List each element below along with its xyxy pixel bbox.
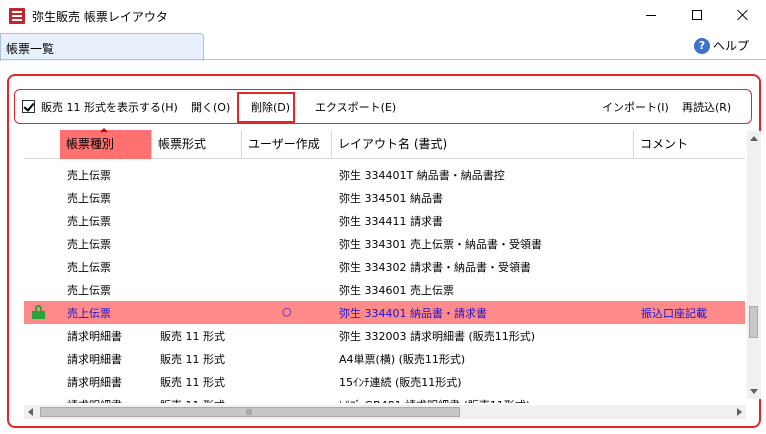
cell-type: 売上伝票 [67,238,111,251]
cell-user-created: ○ [282,305,292,318]
cell-type: 売上伝票 [67,169,111,182]
cell-type: 売上伝票 [67,261,111,274]
cell-layout-name: 弥生 334401 納品書・請求書 [339,307,487,320]
cell-layout-name: 15ｲﾝﾁ連続 (販売11形式) [339,376,462,389]
cell-layout-name: 弥生 334301 売上伝票・納品書・受領書 [339,238,542,251]
maximize-button[interactable] [674,0,720,30]
cell-layout-name: A4単票(横) (販売11形式) [339,353,466,366]
cell-type: 請求明細書 [67,353,122,366]
delete-button[interactable]: 削除(D) [251,99,290,115]
window-title: 弥生販売 帳票レイアウタ [32,10,168,24]
scroll-down-icon[interactable] [750,389,758,394]
minimize-icon [646,14,656,16]
table-row[interactable]: 請求明細書 販売 11 形式 弥生 332003 請求明細書 (販売11形式) [24,324,745,347]
help-icon: ? [694,37,710,54]
column-header-comment[interactable]: コメント [634,130,745,159]
cell-layout-name: 弥生 334302 請求書・納品書・受領書 [339,261,531,274]
cell-type: 売上伝票 [67,215,111,228]
horizontal-scrollbar[interactable]: ||| [24,405,746,419]
column-header-format[interactable]: 帳票形式 [152,130,242,159]
vertical-scroll-thumb[interactable] [749,306,758,338]
table-row[interactable]: 売上伝票 弥生 334411 請求書 [24,209,745,232]
horizontal-scroll-thumb[interactable]: ||| [40,407,460,417]
tab-strip: 帳票一覧 ? ヘルプ [0,30,766,61]
cell-type: 売上伝票 [67,307,111,320]
cell-comment: 振込口座記載 [641,307,707,320]
table-row[interactable]: 請求明細書 販売 11 形式 15ｲﾝﾁ連続 (販売11形式) [24,370,745,393]
app-icon [9,8,25,24]
sort-ascending-icon [100,128,108,132]
cell-layout-name: 弥生 332003 請求明細書 (販売11形式) [339,330,536,343]
cell-layout-name: ﾋｻｺﾞ GB481 請求明細書 (販売11形式) [339,397,530,403]
help-button[interactable]: ? ヘルプ [694,37,749,54]
minimize-button[interactable] [628,0,674,30]
table-row[interactable]: 請求明細書 販売 11 形式 A4単票(横) (販売11形式) [24,347,745,370]
cell-format: 販売 11 形式 [160,376,225,389]
cell-type: 請求明細書 [67,397,122,403]
cell-type: 売上伝票 [67,284,111,297]
title-bar: 弥生販売 帳票レイアウタ [0,0,766,30]
cell-format: 販売 11 形式 [160,353,225,366]
open-button[interactable]: 開く(O) [191,99,230,115]
cell-layout-name: 弥生 334601 売上伝票 [339,284,454,297]
grip-icon: ||| [246,409,253,416]
tab-report-list[interactable]: 帳票一覧 [0,33,204,61]
cell-format: 販売 11 形式 [160,330,225,343]
reload-button[interactable]: 再読込(R) [682,99,731,115]
table-row[interactable]: 売上伝票 ○ 弥生 334401 納品書・請求書 振込口座記載 [24,301,745,324]
show-11-format-checkbox[interactable] [22,100,35,113]
cell-type: 請求明細書 [67,376,122,389]
table-row[interactable]: 売上伝票 弥生 334302 請求書・納品書・受領書 [24,255,745,278]
table-row[interactable]: 売上伝票 弥生 334501 納品書 [24,186,745,209]
close-button[interactable] [720,0,766,30]
cell-type: 売上伝票 [67,192,111,205]
column-header-user-created[interactable]: ユーザー作成 [242,130,332,159]
cell-layout-name: 弥生 334411 請求書 [339,215,443,228]
cell-layout-name: 弥生 334501 納品書 [339,192,443,205]
table-header: 帳票種別 帳票形式 ユーザー作成 レイアウト名 (書式) コメント [24,128,745,159]
maximize-icon [692,10,702,20]
column-header-layout-name[interactable]: レイアウト名 (書式) [332,130,634,159]
close-icon [737,9,749,21]
scroll-up-icon[interactable] [750,136,758,141]
import-button[interactable]: インポート(I) [602,99,669,115]
scroll-right-icon[interactable] [737,408,742,416]
show-11-format-label[interactable]: 販売 11 形式を表示する(H) [41,99,178,115]
column-header-type[interactable]: 帳票種別 [60,128,152,159]
cell-layout-name: 弥生 334401T 納品書・納品書控 [339,169,505,182]
export-button[interactable]: エクスポート(E) [315,99,396,115]
tab-label: 帳票一覧 [6,42,55,56]
table-row[interactable]: 売上伝票 弥生 334401T 納品書・納品書控 [24,163,745,186]
scroll-left-icon[interactable] [28,408,33,416]
cell-type: 請求明細書 [67,330,122,343]
tab-divider [0,59,766,60]
toolbar: 販売 11 形式を表示する(H) 開く(O) 削除(D) エクスポート(E) イ… [14,89,752,124]
cell-format: 販売 11 形式 [160,397,225,403]
lock-icon [32,305,45,319]
table-row[interactable]: 売上伝票 弥生 334301 売上伝票・納品書・受領書 [24,232,745,255]
vertical-scrollbar[interactable] [747,131,761,399]
table-row[interactable]: 売上伝票 弥生 334601 売上伝票 [24,278,745,301]
table-row[interactable]: 請求明細書 販売 11 形式 ﾋｻｺﾞ GB481 請求明細書 (販売11形式) [24,393,745,403]
report-list-panel: 販売 11 形式を表示する(H) 開く(O) 削除(D) エクスポート(E) イ… [7,74,761,428]
help-label: ヘルプ [713,39,750,53]
report-table: 帳票種別 帳票形式 ユーザー作成 レイアウト名 (書式) コメント 売上伝票弥生… [24,127,745,403]
